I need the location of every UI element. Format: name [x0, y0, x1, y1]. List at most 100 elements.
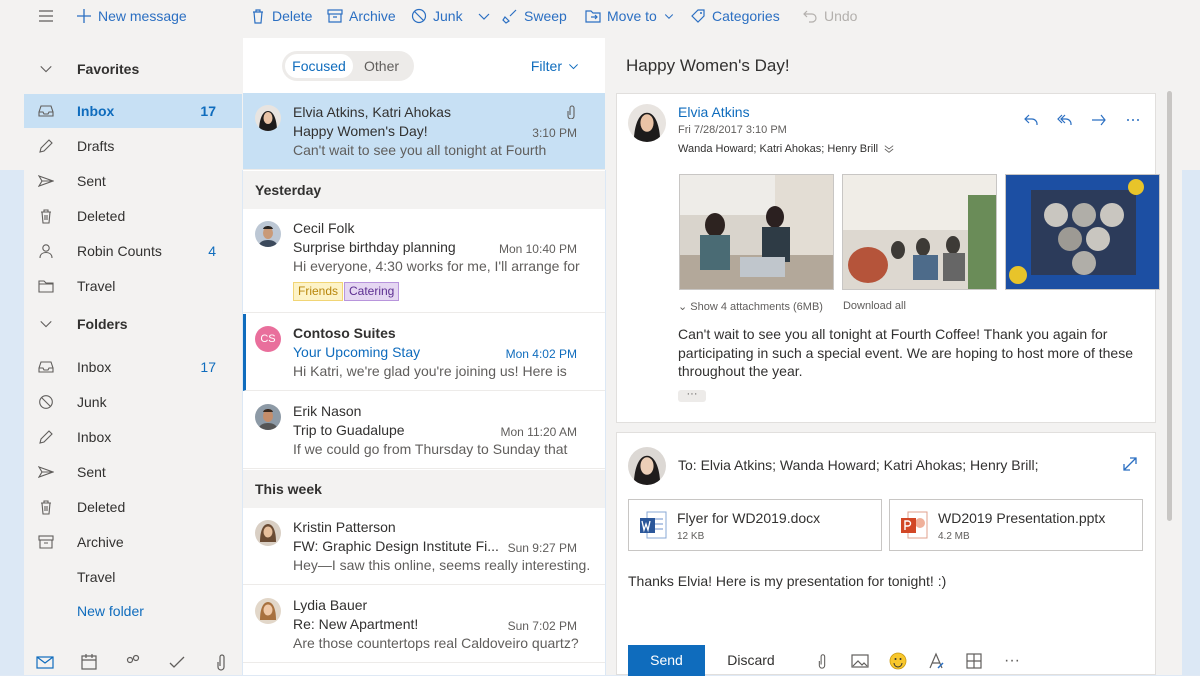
filter-button[interactable]: Filter [531, 58, 579, 74]
attachment-thumbnail[interactable] [679, 174, 834, 290]
message-item[interactable]: Erik Nason Trip to Guadalupe Mon 11:20 A… [243, 392, 605, 469]
attachment-icon[interactable] [212, 653, 230, 671]
folder-item-label: Sent [77, 464, 106, 480]
folder-item-travel[interactable]: Travel [24, 560, 242, 594]
nav-item-label: Inbox [77, 103, 115, 119]
group-header-this-week: This week [243, 470, 605, 508]
hamburger-menu-icon[interactable] [38, 8, 54, 24]
folder-item-archive[interactable]: Archive [24, 525, 242, 559]
reply-to-field[interactable]: To: Elvia Atkins; Wanda Howard; Katri Ah… [678, 457, 1039, 473]
emoji-icon[interactable] [889, 652, 907, 670]
download-all-link[interactable]: Download all [843, 300, 906, 313]
attach-icon[interactable] [813, 652, 831, 670]
message-time: Mon 11:20 AM [500, 425, 578, 439]
archive-button[interactable]: Archive [327, 8, 396, 24]
message-actions [1023, 112, 1141, 128]
show-more-button[interactable]: ··· [678, 389, 706, 402]
new-folder-label: New folder [77, 603, 144, 619]
avatar [255, 221, 281, 247]
folders-header[interactable]: Folders [24, 307, 242, 341]
forward-icon[interactable] [1091, 112, 1107, 128]
send-button[interactable]: Send [628, 645, 705, 676]
broom-icon [502, 9, 517, 24]
sent-date: Fri 7/28/2017 3:10 PM [678, 124, 787, 136]
folder-item-deleted[interactable]: Deleted [24, 490, 242, 524]
nav-item-travel[interactable]: Travel [24, 269, 242, 303]
trash-icon [37, 498, 55, 516]
favorites-header[interactable]: Favorites [24, 52, 242, 86]
folder-item-sent[interactable]: Sent [24, 455, 242, 489]
folder-item-junk[interactable]: Junk [24, 385, 242, 419]
message-item[interactable]: CS Contoso Suites Your Upcoming Stay Mon… [243, 314, 605, 391]
folder-item-label: Inbox [77, 429, 112, 445]
reading-pane: Happy Women's Day! Elvia Atkins Fri 7/28… [606, 38, 1182, 676]
expand-icon[interactable] [1121, 455, 1139, 473]
file-size: 4.2 MB [938, 531, 970, 542]
insert-picture-icon[interactable] [851, 652, 869, 670]
nav-item-sent[interactable]: Sent [24, 164, 242, 198]
category-tag: Friends [293, 282, 344, 301]
attachment-thumbnail[interactable] [842, 174, 997, 290]
delete-button[interactable]: Delete [250, 8, 312, 24]
tasks-icon[interactable] [168, 653, 186, 671]
move-to-button[interactable]: Move to [585, 8, 675, 24]
new-message-button[interactable]: New message [76, 8, 187, 24]
message-item[interactable]: Cecil Folk Surprise birthday planning Mo… [243, 209, 605, 313]
move-folder-icon [585, 10, 601, 23]
message-item[interactable]: Kristin Patterson FW: Graphic Design Ins… [243, 508, 605, 585]
folder-item-label: Travel [77, 569, 116, 585]
reply-icon[interactable] [1023, 112, 1039, 128]
nav-item-deleted[interactable]: Deleted [24, 199, 242, 233]
new-folder-link[interactable]: New folder [24, 594, 242, 628]
avatar [255, 404, 281, 430]
folder-item-inbox-2[interactable]: Inbox [24, 420, 242, 454]
reply-all-icon[interactable] [1057, 112, 1073, 128]
people-icon[interactable] [124, 653, 142, 671]
pencil-icon [37, 137, 55, 155]
reply-body[interactable]: Thanks Elvia! Here is my presentation fo… [628, 573, 946, 589]
format-icon[interactable] [927, 652, 945, 670]
sweep-button[interactable]: Sweep [502, 8, 567, 24]
reading-pane-scrollbar[interactable] [1167, 91, 1172, 521]
message-preview: Hi Katri, we're glad you're joining us! … [293, 363, 567, 379]
undo-button[interactable]: Undo [802, 8, 857, 24]
message-time: Mon 10:40 PM [498, 242, 577, 256]
calendar-icon[interactable] [80, 653, 98, 671]
message-item[interactable]: Lydia Bauer Re: New Apartment! Sun 7:02 … [243, 586, 605, 663]
attached-file[interactable]: Flyer for WD2019.docx 12 KB [628, 499, 882, 551]
tab-focused[interactable]: Focused [285, 54, 353, 78]
attachment-thumbnail[interactable] [1005, 174, 1160, 290]
move-to-label: Move to [607, 8, 657, 24]
folder-item-label: Deleted [77, 499, 126, 515]
show-attachments-link[interactable]: ⌄ Show 4 attachments (6MB) [678, 300, 823, 313]
nav-item-robin-counts[interactable]: Robin Counts 4 [24, 234, 242, 268]
plus-icon [77, 9, 91, 23]
folders-label: Folders [77, 316, 128, 332]
new-message-label: New message [98, 8, 187, 24]
junk-button[interactable]: Junk [411, 8, 463, 24]
categories-button[interactable]: Categories [690, 8, 780, 24]
message-body: Can't wait to see you all tonight at Fou… [678, 326, 1134, 379]
folder-item-inbox[interactable]: Inbox 17 [24, 350, 242, 384]
block-icon [411, 8, 427, 24]
junk-dropdown-chevron-icon[interactable] [476, 8, 492, 24]
mail-icon[interactable] [36, 653, 54, 671]
attached-file[interactable]: WD2019 Presentation.pptx 4.2 MB [889, 499, 1143, 551]
message-item[interactable]: Elvia Atkins, Katri Ahokas Happy Women's… [243, 93, 605, 170]
nav-item-inbox[interactable]: Inbox 17 [24, 94, 242, 128]
trash-icon [37, 207, 55, 225]
discard-button[interactable]: Discard [715, 645, 787, 676]
more-actions-icon[interactable] [1125, 112, 1141, 128]
message-subject: Trip to Guadalupe [293, 422, 405, 438]
more-options-icon[interactable]: ··· [1003, 652, 1021, 670]
file-size: 12 KB [677, 531, 705, 542]
chevron-down-icon[interactable] [884, 144, 894, 154]
nav-item-drafts[interactable]: Drafts [24, 129, 242, 163]
sender-name[interactable]: Elvia Atkins [678, 104, 750, 120]
table-icon[interactable] [965, 652, 983, 670]
message-preview: Are those countertops real Caldoveiro qu… [293, 635, 579, 651]
avatar [255, 598, 281, 624]
nav-item-label: Drafts [77, 138, 115, 154]
tab-other[interactable]: Other [364, 54, 399, 78]
inbox-pivot: Focused Other [282, 51, 414, 81]
